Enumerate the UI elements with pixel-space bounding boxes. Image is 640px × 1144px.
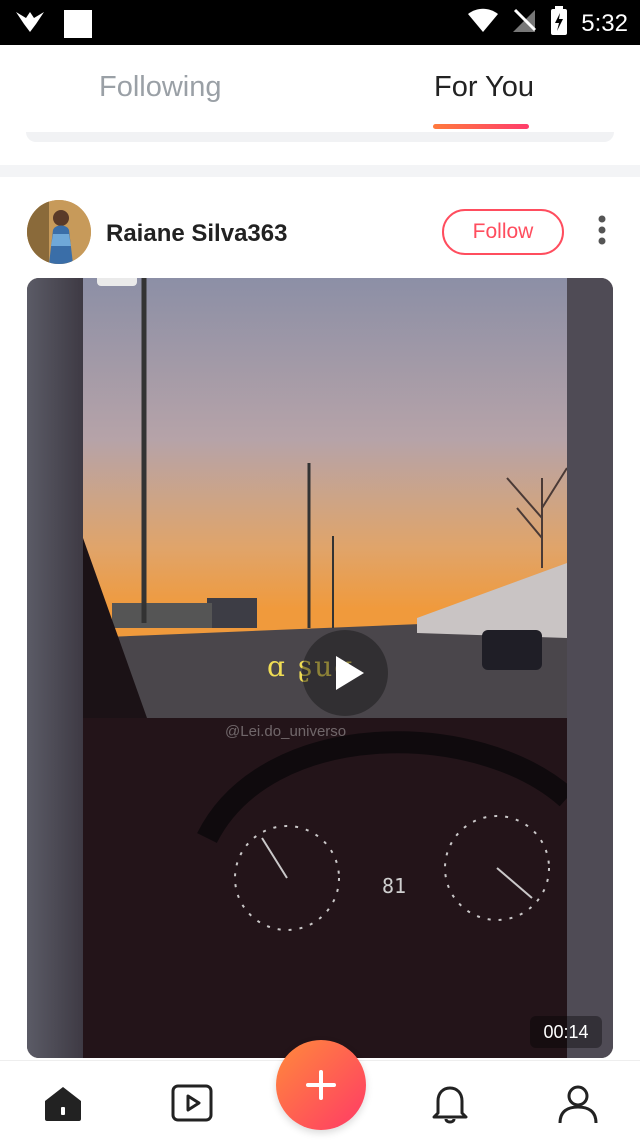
feed-separator — [0, 165, 640, 177]
status-time: 5:32 — [581, 9, 628, 37]
tab-for-you[interactable]: For You — [434, 71, 534, 104]
add-post-button[interactable] — [276, 1040, 366, 1130]
bell-icon[interactable] — [428, 1081, 472, 1125]
tabs-divider — [26, 132, 614, 142]
video-player[interactable]: 81 ɑ ʂuɑ @Lei.do_universo 00:14 — [27, 278, 613, 1058]
no-signal-icon — [511, 8, 537, 39]
status-bar: 5:32 — [0, 0, 640, 45]
profile-icon[interactable] — [556, 1081, 600, 1125]
video-watermark: @Lei.do_universo — [225, 723, 347, 740]
more-options-icon[interactable] — [592, 213, 612, 247]
home-icon[interactable] — [41, 1081, 85, 1125]
video-icon[interactable] — [170, 1081, 214, 1125]
follow-button[interactable]: Follow — [442, 209, 564, 255]
bird-logo-icon — [14, 8, 46, 39]
avatar[interactable] — [27, 200, 91, 264]
post-header: Raiane Silva363 Follow — [0, 195, 640, 270]
notification-square-icon — [64, 9, 92, 38]
active-tab-indicator — [433, 124, 529, 129]
add-icon — [306, 1070, 336, 1100]
post-username[interactable]: Raiane Silva363 — [106, 220, 287, 248]
play-icon[interactable] — [302, 630, 388, 716]
top-tabs: Following For You — [0, 45, 640, 133]
tab-following[interactable]: Following — [99, 71, 222, 104]
battery-charging-icon — [549, 6, 569, 41]
video-duration: 00:14 — [530, 1016, 602, 1048]
svg-text:81: 81 — [382, 874, 406, 898]
wifi-icon — [467, 8, 499, 39]
